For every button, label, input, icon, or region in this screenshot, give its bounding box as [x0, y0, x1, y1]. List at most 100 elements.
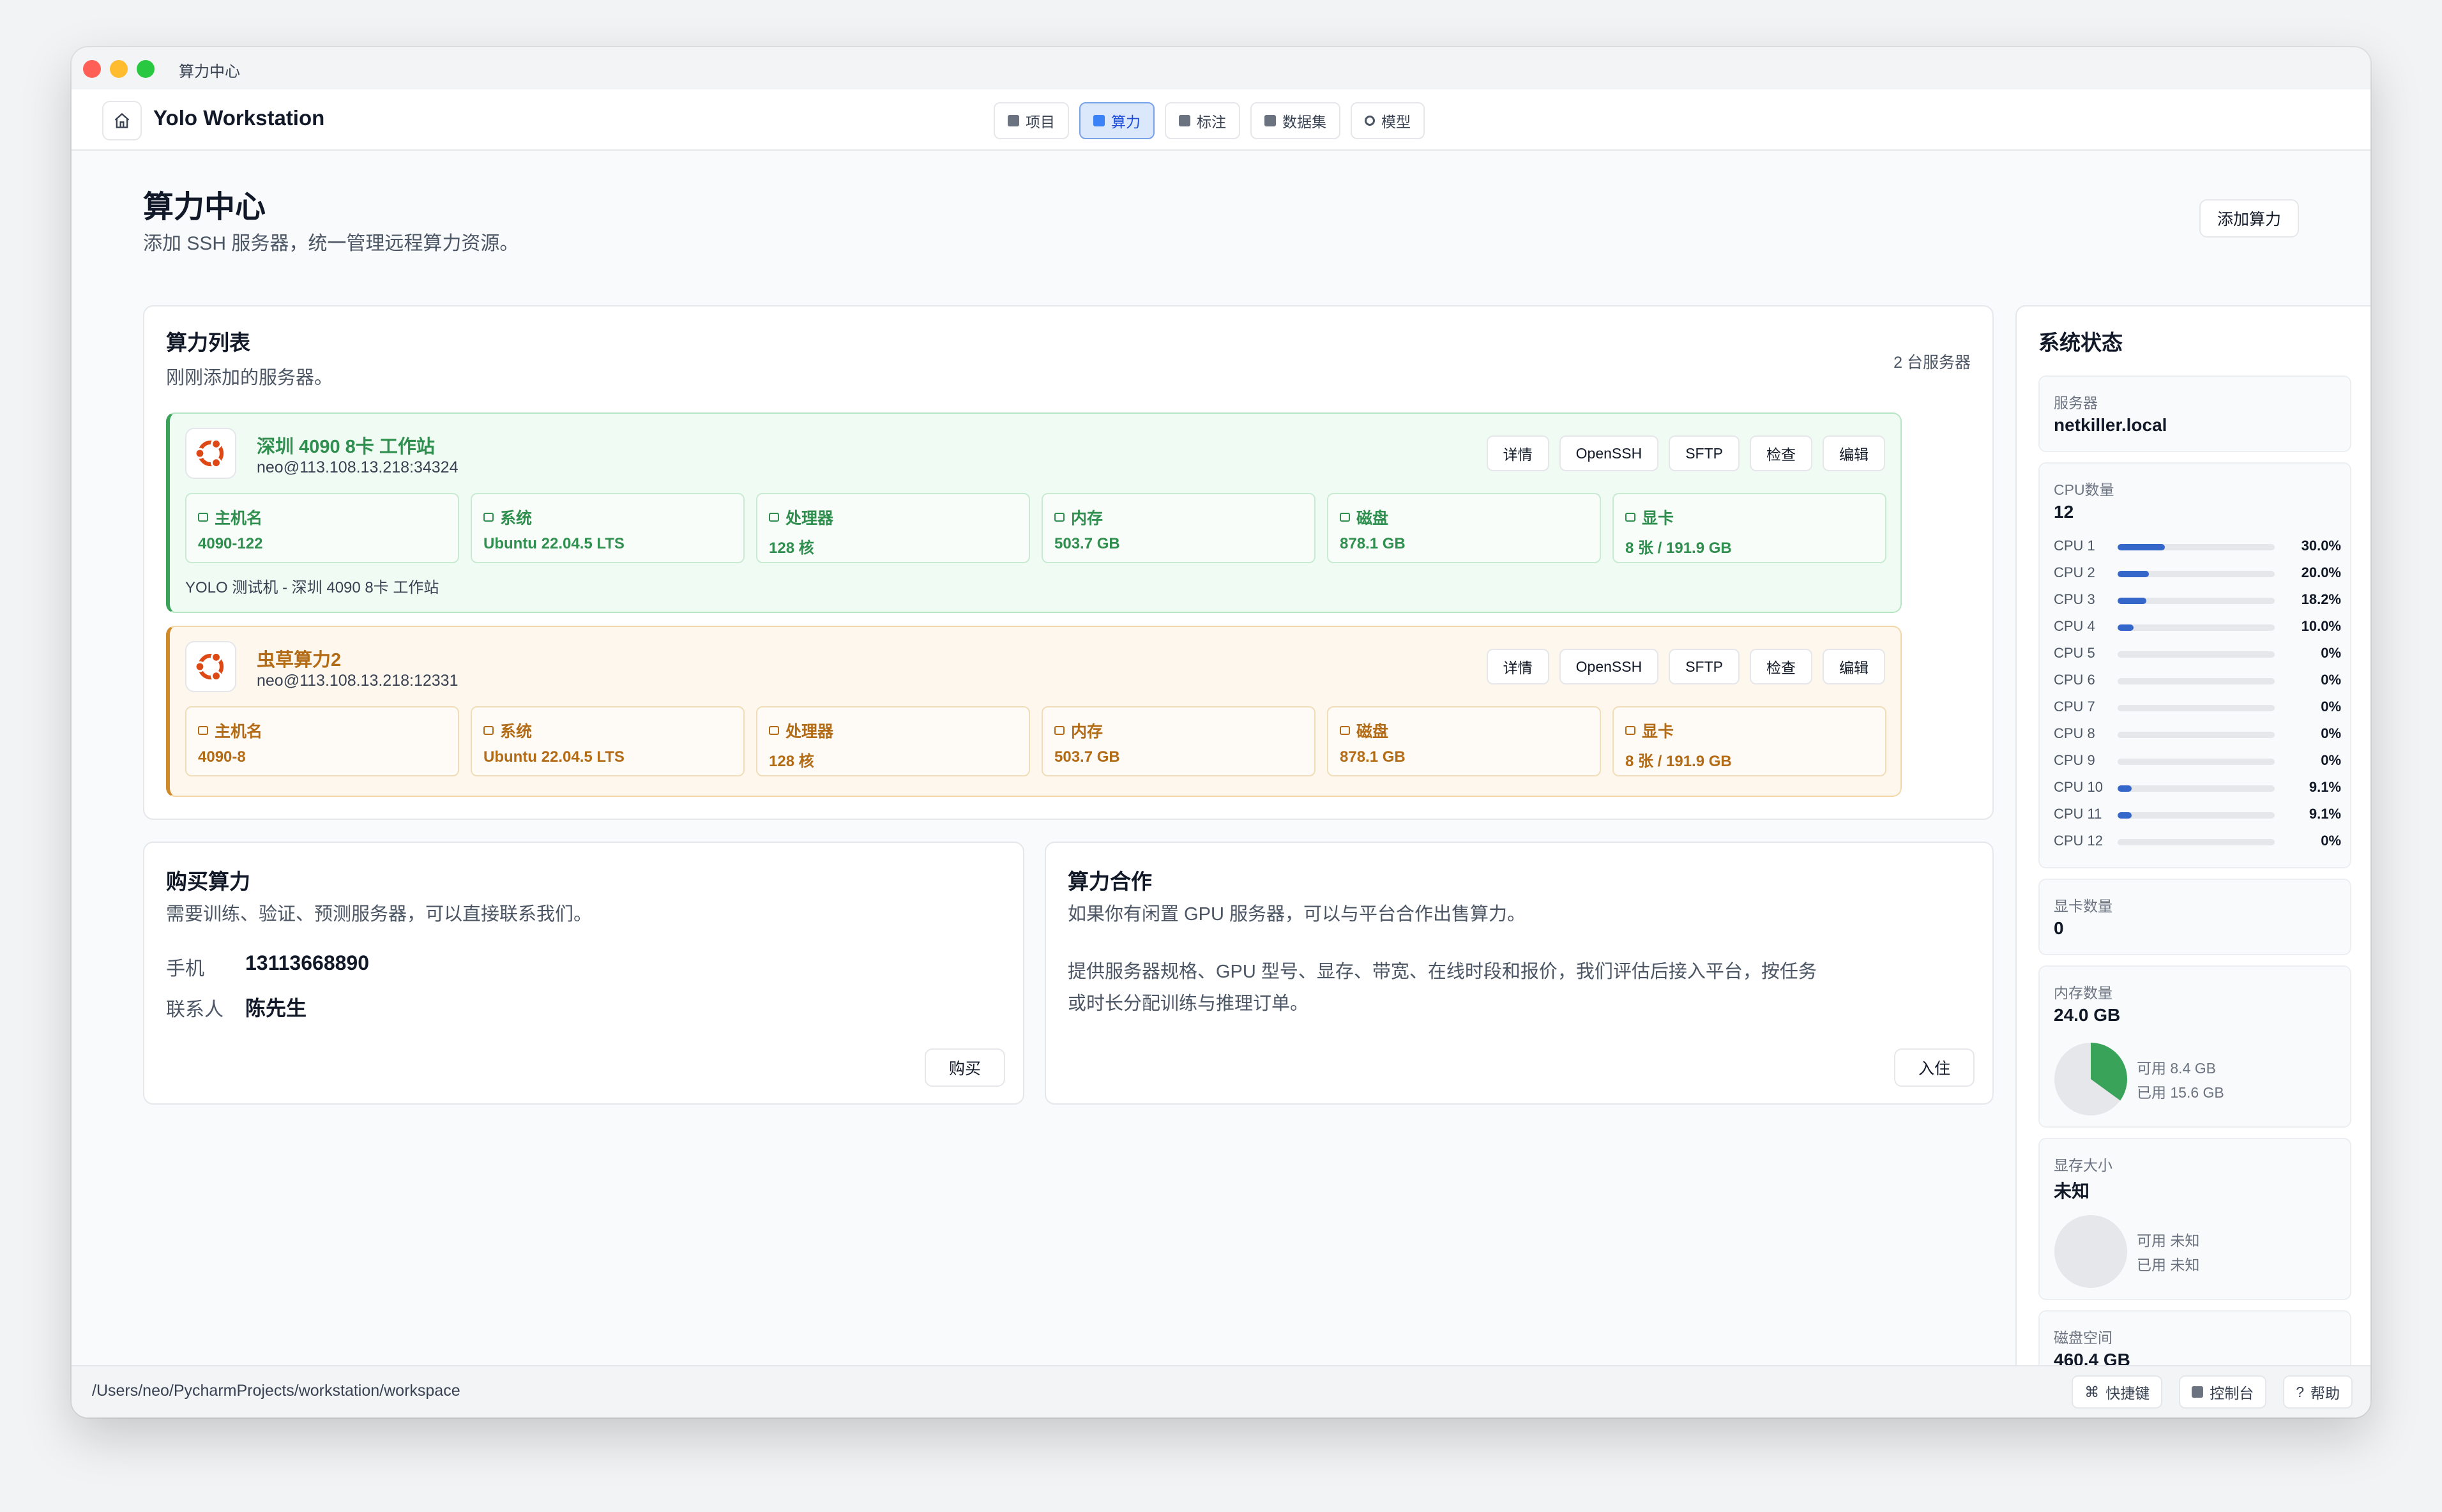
tab-compute[interactable]: 算力 — [1079, 102, 1155, 139]
disk-icon — [1340, 726, 1350, 735]
openssh-button[interactable]: OpenSSH — [1559, 649, 1659, 684]
sftp-button[interactable]: SFTP — [1669, 649, 1740, 684]
openssh-button[interactable]: OpenSSH — [1559, 435, 1659, 471]
cpu-name: CPU 5 — [2054, 645, 2095, 661]
partner-subtitle: 如果你有闲置 GPU 服务器，可以与平台合作出售算力。 — [1068, 904, 1526, 925]
buy-button[interactable]: 购买 — [925, 1048, 1005, 1087]
check-button[interactable]: 检查 — [1750, 435, 1812, 471]
gpu-icon — [1625, 513, 1635, 522]
gpu-count-box: 显卡数量 0 — [2038, 879, 2351, 955]
spec-disk: 磁盘 878.1 GB — [1327, 706, 1601, 776]
spec-cpu: 处理器 128 核 — [756, 493, 1030, 563]
server-note: YOLO 测试机 - 深圳 4090 8卡 工作站 — [185, 579, 439, 596]
cpu-name: CPU 1 — [2054, 538, 2095, 554]
cpu-row: CPU 1 30.0% — [2054, 534, 2341, 561]
details-button[interactable]: 详情 — [1486, 435, 1549, 471]
cpu-row: CPU 4 10.0% — [2054, 614, 2341, 641]
cpu-usage-bar — [2118, 678, 2275, 684]
gpu-count-value: 0 — [2054, 918, 2064, 938]
home-button[interactable] — [102, 101, 142, 140]
server-address: neo@113.108.13.218:12331 — [257, 672, 459, 690]
console-icon — [2192, 1386, 2204, 1398]
server-value: netkiller.local — [2054, 415, 2167, 435]
minimize-window-button[interactable] — [110, 60, 128, 78]
cpu-name: CPU 3 — [2054, 591, 2095, 607]
cpu-usage-percent: 0% — [2321, 672, 2341, 688]
main-nav: 项目 算力 标注 数据集 模型 — [994, 102, 1425, 139]
cpu-usage-percent: 9.1% — [2309, 779, 2341, 795]
gpu-icon — [1625, 726, 1635, 735]
edit-button[interactable]: 编辑 — [1823, 435, 1885, 471]
app-name: Yolo Workstation — [153, 106, 325, 130]
cpu-row: CPU 10 9.1% — [2054, 775, 2341, 802]
join-button[interactable]: 入住 — [1894, 1048, 1975, 1087]
console-button[interactable]: 控制台 — [2179, 1375, 2267, 1409]
spec-hostname: 主机名 4090-8 — [185, 706, 459, 776]
server-name[interactable]: 深圳 4090 8卡 工作站 — [257, 432, 435, 458]
spec-os: 系统 Ubuntu 22.04.5 LTS — [471, 493, 745, 563]
command-icon: ⌘ — [2084, 1383, 2100, 1400]
help-button[interactable]: ? 帮助 — [2283, 1375, 2353, 1409]
cpu-usage-fill — [2118, 598, 2146, 604]
sftp-button[interactable]: SFTP — [1669, 435, 1740, 471]
cpu-row: CPU 11 9.1% — [2054, 802, 2341, 829]
cpu-name: CPU 8 — [2054, 725, 2095, 741]
server-specs: 主机名 4090-8 系统 Ubuntu 22.04.5 LTS 处理器 128 核 … — [185, 706, 1886, 776]
tab-annotation[interactable]: 标注 — [1165, 102, 1240, 139]
buy-subtitle: 需要训练、验证、预测服务器，可以直接联系我们。 — [166, 904, 593, 925]
shortcuts-button[interactable]: ⌘ 快捷键 — [2072, 1375, 2163, 1409]
server-label: 服务器 — [2054, 395, 2098, 411]
tab-projects[interactable]: 项目 — [994, 102, 1069, 139]
cpu-usage-fill — [2118, 571, 2150, 577]
contact-label: 联系人 — [166, 999, 224, 1020]
cpu-name: CPU 7 — [2054, 699, 2095, 714]
zoom-window-button[interactable] — [137, 60, 155, 78]
spec-cpu: 处理器 128 核 — [756, 706, 1030, 776]
cpu-name: CPU 4 — [2054, 618, 2095, 634]
details-button[interactable]: 详情 — [1486, 649, 1549, 684]
server-card[interactable]: 虫草算力2 neo@113.108.13.218:12331 详情 OpenSS… — [166, 626, 1902, 797]
phone-label: 手机 — [166, 958, 204, 979]
ring-icon — [1365, 116, 1375, 126]
memory-total: 24.0 GB — [2054, 1005, 2121, 1025]
vram-free-text: 可用 未知 — [2137, 1232, 2200, 1249]
cpu-row: CPU 2 20.0% — [2054, 561, 2341, 587]
memory-free-text: 可用 8.4 GB — [2137, 1060, 2216, 1077]
server-name[interactable]: 虫草算力2 — [257, 645, 341, 672]
memory-label: 内存数量 — [2054, 985, 2112, 1001]
server-card[interactable]: 深圳 4090 8卡 工作站 neo@113.108.13.218:34324 … — [166, 412, 1902, 613]
tab-datasets[interactable]: 数据集 — [1250, 102, 1340, 139]
cpu-usage-bar — [2118, 785, 2275, 792]
square-icon — [1179, 115, 1190, 126]
server-icon — [198, 513, 208, 522]
check-button[interactable]: 检查 — [1750, 649, 1812, 684]
close-window-button[interactable] — [83, 60, 101, 78]
contact-value: 陈先生 — [245, 997, 307, 1020]
cpu-usage-fill — [2118, 544, 2165, 550]
monitor-icon — [483, 726, 494, 735]
cpu-row: CPU 3 18.2% — [2054, 587, 2341, 614]
edit-button[interactable]: 编辑 — [1823, 649, 1885, 684]
compute-list-title: 算力列表 — [166, 331, 250, 354]
cpu-icon — [769, 513, 779, 522]
cpu-usage-bar — [2118, 624, 2275, 631]
server-icon — [198, 726, 208, 735]
server-address: neo@113.108.13.218:34324 — [257, 458, 459, 476]
cpu-row: CPU 5 0% — [2054, 641, 2341, 668]
app-header: Yolo Workstation 项目 算力 标注 数据集 模型 — [72, 89, 2370, 151]
cpu-usage-bar — [2118, 544, 2275, 550]
add-compute-button[interactable]: 添加算力 — [2199, 199, 2300, 238]
cpu-name: CPU 11 — [2054, 806, 2102, 822]
server-actions: 详情 OpenSSH SFTP 检查 编辑 — [1486, 435, 1885, 471]
cpu-usage-bar — [2118, 571, 2275, 577]
cpu-usage-bar — [2118, 759, 2275, 765]
cpu-usage-percent: 0% — [2321, 645, 2341, 661]
cpu-row: CPU 12 0% — [2054, 829, 2341, 856]
spec-os: 系统 Ubuntu 22.04.5 LTS — [471, 706, 745, 776]
gpu-count-label: 显卡数量 — [2054, 898, 2112, 914]
vram-used-text: 已用 未知 — [2137, 1257, 2200, 1273]
tab-models[interactable]: 模型 — [1351, 102, 1425, 139]
cpu-count-value: 12 — [2054, 502, 2074, 522]
partner-body-line-1: 提供服务器规格、GPU 型号、显存、带宽、在线时段和报价，我们评估后接入平台，按… — [1068, 962, 1817, 982]
system-status-panel: 系统状态 服务器 netkiller.local CPU数量 12 CPU 1 3… — [2015, 305, 2370, 1418]
